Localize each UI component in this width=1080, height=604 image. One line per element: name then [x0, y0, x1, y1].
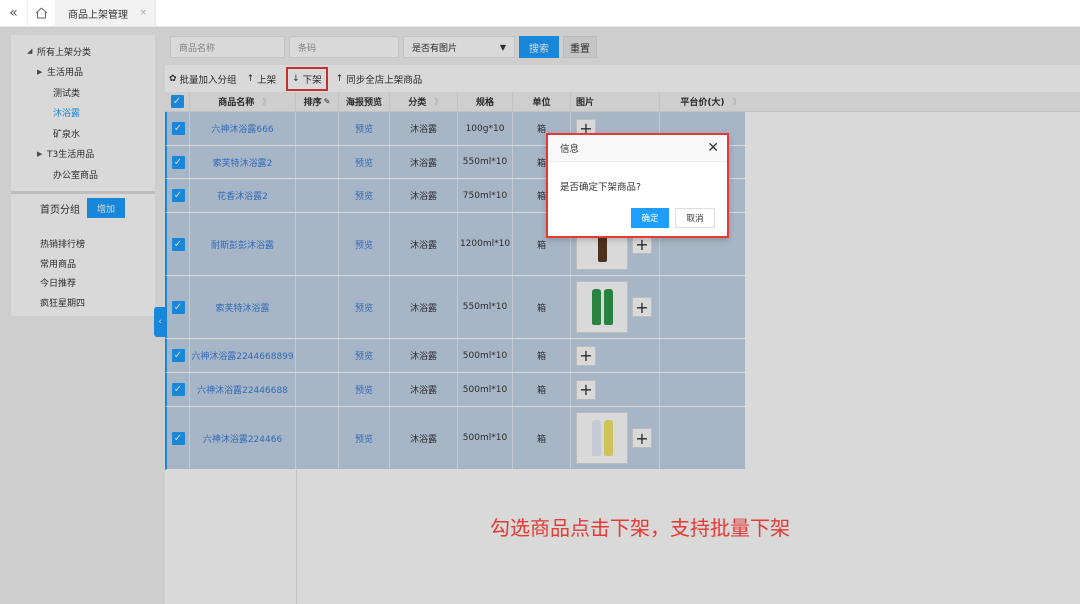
- close-icon[interactable]: ✕: [707, 140, 719, 156]
- home-icon[interactable]: [28, 0, 56, 26]
- double-chevron-left-icon[interactable]: «: [0, 0, 28, 26]
- dialog-header: 信息 ✕: [548, 135, 727, 162]
- dialog-title: 信息: [560, 144, 580, 155]
- close-icon[interactable]: ×: [139, 8, 147, 18]
- cancel-button[interactable]: 取消: [675, 208, 715, 228]
- confirm-button[interactable]: 确定: [631, 208, 669, 228]
- dialog-footer: 确定 取消: [548, 208, 727, 228]
- confirm-dialog: 信息 ✕ 是否确定下架商品? 确定 取消: [546, 133, 729, 238]
- dialog-message: 是否确定下架商品?: [560, 182, 642, 193]
- annotation-caption: 勾选商品点击下架，支持批量下架: [490, 516, 790, 540]
- top-bar: « 商品上架管理 ×: [0, 0, 1080, 27]
- tab-product-shelf[interactable]: 商品上架管理 ×: [56, 0, 156, 26]
- tab-label: 商品上架管理: [68, 9, 128, 21]
